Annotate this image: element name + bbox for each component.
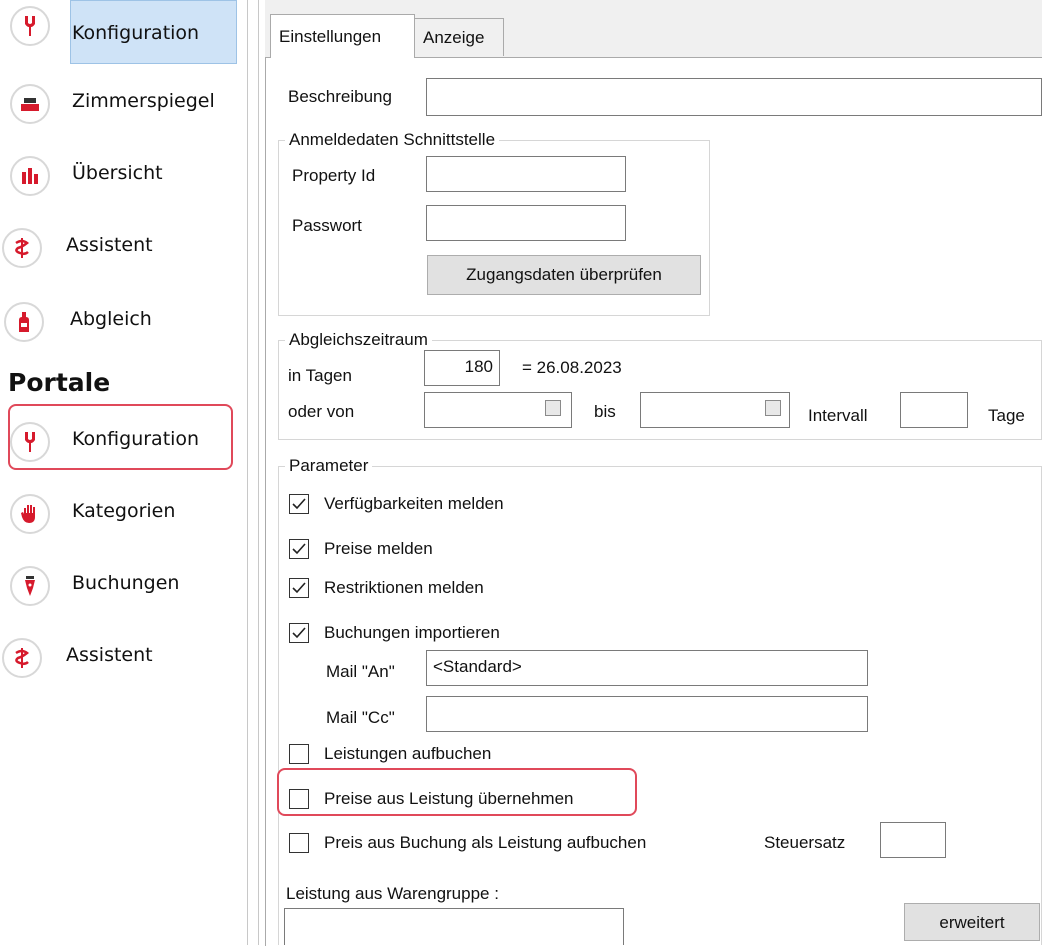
- intervall-input[interactable]: [900, 392, 968, 428]
- splitter-line: [247, 0, 248, 945]
- property-input[interactable]: [426, 156, 626, 192]
- beschreibung-input[interactable]: [426, 78, 1042, 116]
- hand-icon: [10, 494, 50, 534]
- erweitert-button[interactable]: erweitert: [904, 903, 1040, 941]
- beschreibung-label: Beschreibung: [288, 87, 392, 106]
- sidebar-item-label: Buchungen: [72, 572, 180, 594]
- intervall-label: Intervall: [808, 406, 868, 425]
- abgleich-group-title: Abgleichszeitraum: [285, 330, 432, 350]
- calendar-icon[interactable]: [765, 400, 781, 416]
- portale-heading: Portale: [8, 368, 111, 397]
- checkbox-label: Leistungen aufbuchen: [324, 744, 492, 763]
- mail-an-label: Mail "An": [326, 662, 395, 681]
- sidebar-item-label: Assistent: [66, 234, 153, 256]
- checkbox-label: Buchungen importieren: [324, 623, 500, 642]
- sidebar-item-assistent[interactable]: Assistent: [2, 216, 236, 276]
- passwort-label: Passwort: [292, 216, 362, 235]
- assistant-icon: [2, 638, 42, 678]
- checkbox-verfuegbarkeiten[interactable]: [289, 494, 309, 514]
- sidebar-item-zimmerspiegel[interactable]: Zimmerspiegel: [8, 72, 236, 132]
- sidebar-item-label: Konfiguration: [72, 428, 200, 450]
- in-tagen-label: in Tagen: [288, 366, 352, 385]
- warengruppe-input[interactable]: [284, 908, 624, 945]
- parameter-group-title: Parameter: [285, 456, 373, 476]
- sidebar-item-label: Kategorien: [72, 500, 176, 522]
- mail-an-input[interactable]: <Standard>: [426, 650, 868, 686]
- property-label: Property Id: [292, 166, 376, 185]
- sidebar-item-label: Konfiguration: [72, 22, 200, 44]
- tage-label: Tage: [988, 406, 1025, 425]
- steuersatz-label: Steuersatz: [764, 833, 846, 852]
- mail-cc-label: Mail "Cc": [326, 708, 395, 727]
- sidebar: Konfiguration Zimmerspiegel Übersicht As…: [0, 0, 260, 945]
- sidebar-item-portale-assistent[interactable]: Assistent: [2, 626, 236, 686]
- checkbox-leistungen-aufbuchen[interactable]: [289, 744, 309, 764]
- bis-label: bis: [594, 402, 616, 421]
- date-result: = 26.08.2023: [522, 358, 622, 377]
- checkbox-label: Preise melden: [324, 539, 433, 558]
- sidebar-item-buchungen[interactable]: Buchungen: [8, 554, 236, 614]
- steuersatz-input[interactable]: [880, 822, 946, 858]
- tab-einstellungen[interactable]: Einstellungen: [270, 14, 415, 58]
- passwort-input[interactable]: [426, 205, 626, 241]
- calendar-icon[interactable]: [545, 400, 561, 416]
- checkbox-label: Preise aus Leistung übernehmen: [324, 789, 574, 808]
- checkbox-label: Preis aus Buchung als Leistung aufbuchen: [324, 833, 647, 852]
- checkbox-label: Restriktionen melden: [324, 578, 484, 597]
- checkbox-restriktionen[interactable]: [289, 578, 309, 598]
- splitter-line[interactable]: [258, 0, 259, 945]
- check-credentials-button[interactable]: Zugangsdaten überprüfen: [427, 255, 701, 295]
- anmelde-group-title: Anmeldedaten Schnittstelle: [285, 130, 500, 150]
- sidebar-item-kategorien[interactable]: Kategorien: [8, 482, 236, 542]
- sidebar-item-label: Zimmerspiegel: [72, 90, 215, 112]
- checkbox-preis-aus-buchung[interactable]: [289, 833, 309, 853]
- wrench-icon: [10, 6, 50, 46]
- mail-cc-input[interactable]: [426, 696, 868, 732]
- sidebar-item-abgleich[interactable]: Abgleich: [4, 290, 236, 350]
- bar-chart-icon: [10, 156, 50, 196]
- sidebar-item-label: Übersicht: [72, 162, 163, 184]
- sidebar-item-label: Abgleich: [70, 308, 152, 330]
- pen-nib-icon: [10, 566, 50, 606]
- sidebar-item-portale-konfiguration[interactable]: Konfiguration: [8, 410, 236, 470]
- assistant-icon: [2, 228, 42, 268]
- oder-von-label: oder von: [288, 402, 355, 421]
- checkbox-buchungen-importieren[interactable]: [289, 623, 309, 643]
- in-tagen-input[interactable]: 180: [424, 350, 500, 386]
- warengruppe-label: Leistung aus Warengruppe :: [286, 884, 499, 903]
- checkbox-label: Verfügbarkeiten melden: [324, 494, 504, 513]
- checkbox-preise-aus-leistung[interactable]: [289, 789, 309, 809]
- sidebar-item-label: Assistent: [66, 644, 153, 666]
- sidebar-item-uebersicht[interactable]: Übersicht: [8, 144, 236, 204]
- wrench-icon: [10, 422, 50, 462]
- bed-icon: [10, 84, 50, 124]
- sidebar-item-konfiguration[interactable]: Konfiguration: [8, 2, 236, 62]
- tab-anzeige[interactable]: Anzeige: [414, 18, 504, 56]
- checkbox-preise[interactable]: [289, 539, 309, 559]
- bottle-icon: [4, 302, 44, 342]
